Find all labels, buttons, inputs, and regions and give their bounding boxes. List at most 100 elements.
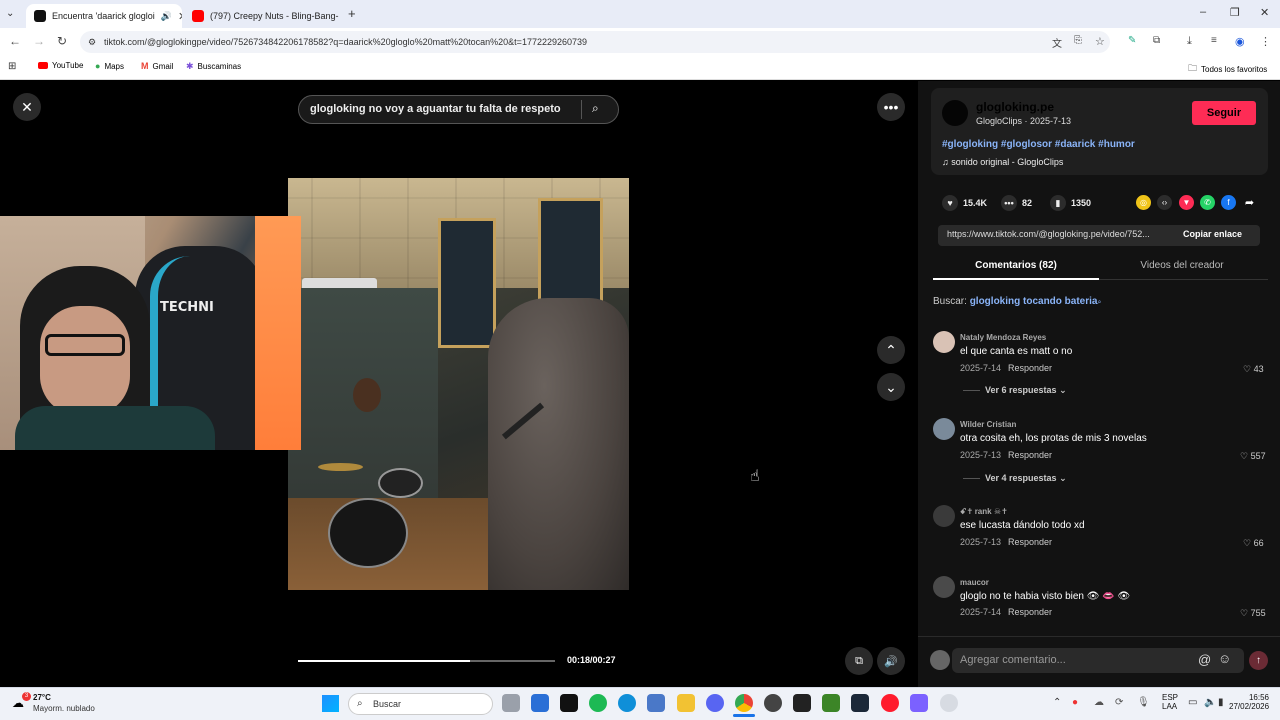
comment-stat[interactable]: ••• 82 — [1001, 195, 1032, 211]
facebook-icon[interactable]: f — [1221, 195, 1236, 210]
comment-username[interactable]: Nataly Mendoza Reyes — [960, 333, 1046, 342]
creator-name[interactable]: glogloking.pe — [976, 100, 1054, 114]
reload-icon[interactable]: ↻ — [57, 34, 67, 48]
site-info-icon[interactable]: ⚙ — [88, 31, 96, 53]
steam-icon[interactable] — [851, 694, 869, 712]
teams-icon[interactable] — [910, 694, 928, 712]
bookmark-buscaminas[interactable]: ✱ Buscaminas — [186, 61, 241, 72]
close-tab-icon[interactable]: ✕ — [178, 10, 182, 23]
extension-icon[interactable]: ✎ — [1128, 35, 1136, 46]
microphone-icon[interactable]: 🎙 — [1137, 697, 1150, 708]
download-icon[interactable]: ⤓ — [1187, 35, 1192, 48]
network-icon[interactable]: ▭ — [1188, 697, 1197, 708]
discord-icon[interactable] — [706, 694, 724, 712]
opera-icon[interactable] — [881, 694, 899, 712]
store-icon[interactable] — [647, 694, 665, 712]
send-to-friends-icon[interactable]: ▼ — [1179, 195, 1194, 210]
obs-icon[interactable] — [764, 694, 782, 712]
task-view-icon[interactable] — [502, 694, 520, 712]
spotify-icon[interactable] — [589, 694, 607, 712]
more-options-button[interactable]: ••• — [877, 93, 905, 121]
tiktok-icon[interactable] — [560, 694, 578, 712]
search-suggestion[interactable]: Buscar: glogloking tocando bateria⌕ — [933, 296, 1101, 307]
video-player[interactable] — [288, 178, 629, 590]
tab-creator-videos[interactable]: Videos del creador — [1099, 260, 1265, 271]
tab-tiktok[interactable]: Encuentra 'daarick glogloi 🔊 ✕ — [26, 4, 182, 28]
suggestion-term[interactable]: glogloking tocando bateria — [970, 296, 1098, 307]
follow-button[interactable]: Seguir — [1192, 101, 1256, 125]
copy-link-button[interactable]: Copiar enlace — [1183, 229, 1242, 239]
comment-like[interactable]: ♡ 755 — [1240, 608, 1266, 619]
comment-username[interactable]: Wilder Cristian — [960, 420, 1016, 429]
comment-like[interactable]: ♡ 66 — [1243, 538, 1264, 549]
back-icon[interactable]: ← — [9, 34, 21, 48]
menu-icon[interactable]: ⋮ — [1260, 35, 1271, 48]
comment-avatar[interactable] — [933, 418, 955, 440]
emoji-icon[interactable]: ☺ — [1218, 651, 1231, 666]
previous-video-button[interactable]: ⌃ — [877, 336, 905, 364]
like-stat[interactable]: ♥ 15.4K — [942, 195, 987, 211]
all-bookmarks[interactable]: 🗀 Todos los favoritos — [1188, 61, 1267, 77]
tab-youtube[interactable]: (797) Creepy Nuts - Bling-Bang- ✕ — [184, 4, 342, 28]
apps-grid-icon[interactable]: ⊞ — [8, 61, 16, 72]
file-explorer-icon[interactable] — [677, 694, 695, 712]
comment-avatar[interactable] — [933, 505, 955, 527]
reply-button[interactable]: Responder — [1008, 537, 1052, 547]
translate-icon[interactable]: 文 — [1052, 35, 1062, 50]
view-replies-button[interactable]: Ver 6 respuestas ⌄ — [985, 385, 1067, 396]
clock[interactable]: 16:56 27/02/2026 — [1229, 693, 1269, 711]
volume-tray-icon[interactable]: 🔈 — [1204, 697, 1216, 708]
share-link-url[interactable]: https://www.tiktok.com/@glogloking.pe/vi… — [947, 229, 1150, 239]
forward-icon[interactable]: → — [33, 34, 45, 48]
close-video-button[interactable]: ✕ — [13, 93, 41, 121]
mention-icon[interactable]: @ — [1198, 652, 1211, 667]
coin-icon[interactable]: ◎ — [1136, 195, 1151, 210]
tray-app-icon[interactable]: ● — [1072, 697, 1078, 708]
reply-button[interactable]: Responder — [1008, 450, 1052, 460]
extensions-puzzle-icon[interactable]: ⧉ — [1153, 35, 1160, 46]
reading-list-icon[interactable]: ≡ — [1211, 35, 1217, 46]
view-replies-button[interactable]: Ver 4 respuestas ⌄ — [985, 473, 1067, 484]
comment-like[interactable]: ♡ 43 — [1243, 364, 1264, 375]
language-indicator[interactable]: ESP LAA — [1162, 693, 1178, 711]
tray-chevron-icon[interactable]: ⌃ — [1053, 697, 1061, 708]
send-comment-button[interactable]: ↑ — [1249, 651, 1268, 670]
creator-avatar[interactable] — [942, 100, 968, 126]
edge-icon[interactable] — [618, 694, 636, 712]
battery-icon[interactable]: ▮ — [1218, 697, 1224, 708]
comment-avatar[interactable] — [933, 576, 955, 598]
embed-icon[interactable]: ‹› — [1157, 195, 1172, 210]
address-bar[interactable]: ⚙ tiktok.com/@gloglokingpe/video/7526734… — [80, 31, 1110, 53]
window-close-icon[interactable]: ✕ — [1260, 6, 1269, 19]
tab-list-icon[interactable]: ⌄ — [6, 8, 14, 19]
windows-start-icon[interactable] — [322, 695, 339, 712]
volume-button[interactable]: 🔊 — [877, 647, 905, 675]
comment-avatar[interactable] — [933, 331, 955, 353]
minimize-icon[interactable]: – — [1200, 6, 1206, 18]
hashtags[interactable]: #glogloking #gloglosor #daarick #humor — [942, 139, 1135, 150]
share-arrow-icon[interactable]: ➦ — [1242, 195, 1257, 210]
new-tab-button[interactable]: + — [348, 6, 356, 21]
next-video-button[interactable]: ⌄ — [877, 373, 905, 401]
bookmark-gmail[interactable]: M Gmail — [141, 61, 173, 71]
save-stat[interactable]: ▮ 1350 — [1050, 195, 1091, 211]
onedrive-icon[interactable]: ☁ — [1094, 697, 1104, 708]
install-icon[interactable]: ⎘ — [1074, 35, 1082, 46]
bookmark-youtube[interactable]: YouTube — [38, 61, 83, 70]
reply-button[interactable]: Responder — [1008, 607, 1052, 617]
comment-like[interactable]: ♡ 557 — [1240, 451, 1266, 462]
bookmark-maps[interactable]: ● Maps — [95, 61, 124, 71]
reply-button[interactable]: Responder — [1008, 363, 1052, 373]
video-search-input[interactable]: glogloking no voy a aguantar tu falta de… — [298, 95, 619, 124]
tab-comments[interactable]: Comentarios (82) — [933, 260, 1099, 271]
search-icon[interactable]: ⌕ — [592, 101, 599, 116]
bookmark-star-icon[interactable]: ☆ — [1095, 35, 1105, 48]
comment-username[interactable]: maucor — [960, 578, 989, 587]
maximize-icon[interactable]: ❐ — [1230, 6, 1240, 19]
app-icon[interactable] — [940, 694, 958, 712]
profile-icon[interactable]: ◉ — [1235, 35, 1245, 48]
epic-games-icon[interactable] — [793, 694, 811, 712]
comment-username[interactable]: ꗃ✝ rank ☠✝ — [960, 507, 1008, 517]
minecraft-icon[interactable] — [822, 694, 840, 712]
sync-icon[interactable]: ⟳ — [1115, 697, 1123, 708]
